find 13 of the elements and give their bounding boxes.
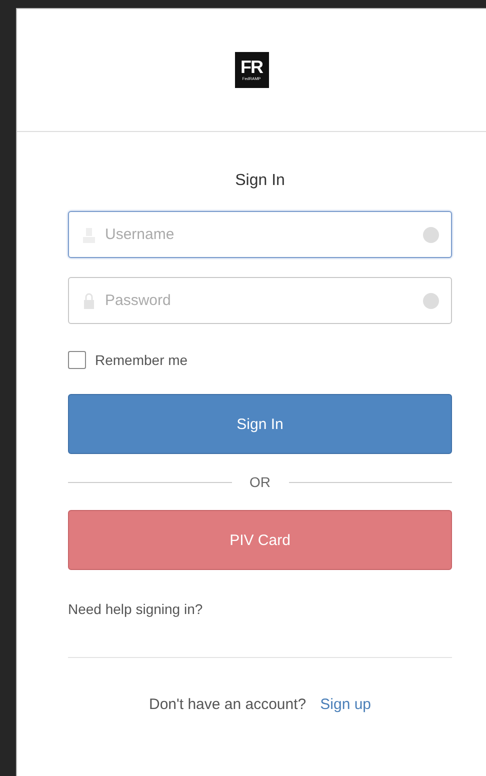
password-field[interactable]: Password [68,277,452,324]
signup-prompt: Don't have an account? [148,696,306,713]
or-divider-text: OR [250,474,270,490]
sign-in-button[interactable]: Sign In [68,394,452,454]
lock-icon [83,293,95,309]
remember-label: Remember me [95,352,188,368]
form-title: Sign In [234,172,286,190]
logo-mark: FR [240,58,262,76]
sign-up-link[interactable]: Sign up [320,696,372,713]
help-link[interactable]: Need help signing in? [68,601,203,617]
piv-card-button[interactable]: PIV Card [68,510,452,570]
username-field[interactable]: Username [68,211,452,258]
remember-checkbox[interactable] [68,351,86,369]
